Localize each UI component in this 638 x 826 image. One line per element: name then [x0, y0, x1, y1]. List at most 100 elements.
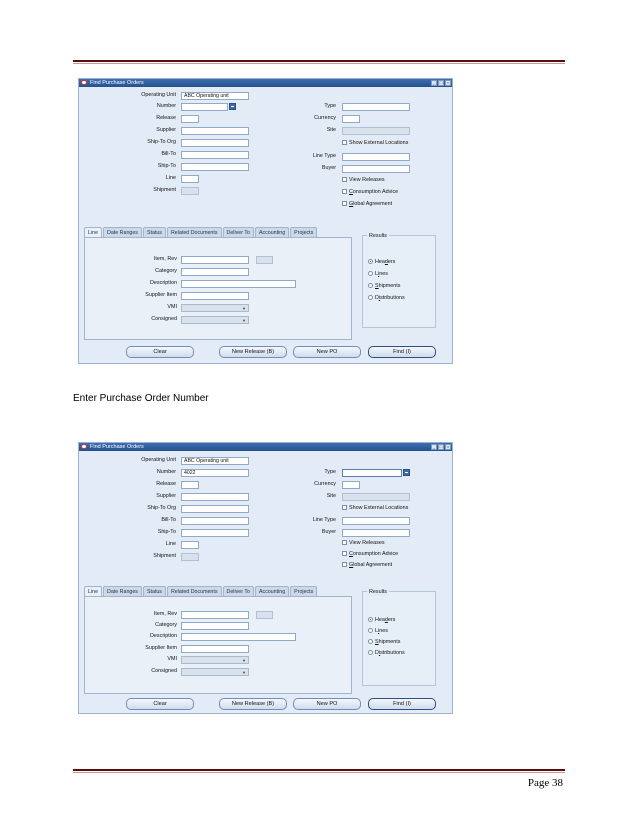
- checkbox-icon[interactable]: [342, 189, 347, 195]
- rev-field[interactable]: [256, 611, 273, 619]
- bill-to-field[interactable]: [181, 151, 249, 159]
- site-field[interactable]: [342, 493, 410, 501]
- consigned-select[interactable]: ▼: [181, 316, 249, 324]
- release-field[interactable]: [181, 481, 199, 489]
- minimize-icon[interactable]: _: [431, 444, 437, 450]
- currency-field[interactable]: [342, 481, 360, 489]
- tab-related-documents[interactable]: Related Documents: [166, 227, 222, 237]
- tab-related-documents[interactable]: Related Documents: [166, 586, 222, 596]
- radio-shipments[interactable]: Shipments: [368, 282, 400, 290]
- number-field[interactable]: [181, 103, 228, 111]
- minimize-icon[interactable]: _: [431, 80, 437, 86]
- new-release-button[interactable]: New Release (B): [219, 698, 287, 710]
- radio-icon[interactable]: [368, 628, 373, 634]
- consumption-advice-checkbox[interactable]: Consumption Advice: [342, 188, 398, 196]
- vmi-select[interactable]: ▼: [181, 304, 249, 312]
- checkbox-icon[interactable]: [342, 140, 347, 146]
- type-field[interactable]: [342, 103, 410, 111]
- supplier-item-field[interactable]: [181, 645, 249, 653]
- buyer-field[interactable]: [342, 165, 410, 173]
- release-field[interactable]: [181, 115, 199, 123]
- rev-field[interactable]: [256, 256, 273, 264]
- shipment-field[interactable]: [181, 187, 199, 195]
- new-release-button[interactable]: New Release (B): [219, 346, 287, 358]
- item-field[interactable]: [181, 256, 249, 264]
- ship-to-org-field[interactable]: [181, 139, 249, 147]
- tab-date-ranges[interactable]: Date Ranges: [103, 586, 142, 596]
- currency-field[interactable]: [342, 115, 360, 123]
- description-field[interactable]: [181, 633, 296, 641]
- tab-date-ranges[interactable]: Date Ranges: [103, 227, 142, 237]
- find-button[interactable]: Find (I): [368, 698, 436, 710]
- supplier-field[interactable]: [181, 127, 249, 135]
- radio-lines[interactable]: Lines: [368, 270, 388, 278]
- radio-icon[interactable]: [368, 271, 373, 277]
- operating-unit-field[interactable]: ABC Operating unit: [181, 457, 249, 465]
- close-icon[interactable]: ×: [445, 80, 451, 86]
- consigned-select[interactable]: ▼: [181, 668, 249, 676]
- checkbox-icon[interactable]: [342, 562, 347, 568]
- vmi-select[interactable]: ▼: [181, 656, 249, 664]
- line-type-field[interactable]: [342, 517, 410, 525]
- clear-button[interactable]: Clear: [126, 346, 194, 358]
- line-field[interactable]: [181, 541, 199, 549]
- radio-icon[interactable]: [368, 650, 373, 656]
- global-agreement-checkbox[interactable]: Global Agreement: [342, 561, 392, 569]
- show-external-locations-checkbox[interactable]: Show External Locations: [342, 139, 408, 147]
- radio-shipments[interactable]: Shipments: [368, 638, 400, 646]
- checkbox-icon[interactable]: [342, 201, 347, 207]
- category-field[interactable]: [181, 622, 249, 630]
- find-button[interactable]: Find (I): [368, 346, 436, 358]
- tab-accounting[interactable]: Accounting: [254, 227, 290, 237]
- checkbox-icon[interactable]: [342, 540, 347, 546]
- new-po-button[interactable]: New PO: [293, 698, 361, 710]
- global-agreement-checkbox[interactable]: Global Agreement: [342, 200, 392, 208]
- radio-icon[interactable]: [368, 617, 373, 623]
- close-icon[interactable]: ×: [445, 444, 451, 450]
- tab-accounting[interactable]: Accounting: [254, 586, 290, 596]
- number-field[interactable]: 4022: [181, 469, 249, 477]
- tab-line[interactable]: Line: [84, 586, 103, 596]
- radio-icon[interactable]: [368, 639, 373, 645]
- maximize-icon[interactable]: □: [438, 444, 444, 450]
- site-field[interactable]: [342, 127, 410, 135]
- bill-to-field[interactable]: [181, 517, 249, 525]
- checkbox-icon[interactable]: [342, 505, 347, 511]
- radio-distributions[interactable]: Distributions: [368, 649, 405, 657]
- shipment-field[interactable]: [181, 553, 199, 561]
- tab-status[interactable]: Status: [142, 586, 166, 596]
- consumption-advice-checkbox[interactable]: Consumption Advice: [342, 550, 398, 558]
- radio-headers[interactable]: Headers: [368, 616, 395, 624]
- radio-distributions[interactable]: Distributions: [368, 294, 405, 302]
- tab-deliver-to[interactable]: Deliver To: [222, 586, 254, 596]
- supplier-item-field[interactable]: [181, 292, 249, 300]
- radio-icon[interactable]: [368, 283, 373, 289]
- maximize-icon[interactable]: □: [438, 80, 444, 86]
- buyer-field[interactable]: [342, 529, 410, 537]
- tab-projects[interactable]: Projects: [290, 227, 318, 237]
- line-type-field[interactable]: [342, 153, 410, 161]
- lov-icon[interactable]: [403, 469, 410, 476]
- ship-to-field[interactable]: [181, 163, 249, 171]
- ship-to-org-field[interactable]: [181, 505, 249, 513]
- radio-lines[interactable]: Lines: [368, 627, 388, 635]
- clear-button[interactable]: Clear: [126, 698, 194, 710]
- checkbox-icon[interactable]: [342, 551, 347, 557]
- radio-icon[interactable]: [368, 295, 373, 301]
- show-external-locations-checkbox[interactable]: Show External Locations: [342, 504, 408, 512]
- tab-line[interactable]: Line: [84, 227, 103, 237]
- lov-icon[interactable]: [229, 103, 236, 110]
- tab-deliver-to[interactable]: Deliver To: [222, 227, 254, 237]
- operating-unit-field[interactable]: ABC Operating unit: [181, 92, 249, 100]
- supplier-field[interactable]: [181, 493, 249, 501]
- line-field[interactable]: [181, 175, 199, 183]
- view-releases-checkbox[interactable]: View Releases: [342, 539, 385, 547]
- view-releases-checkbox[interactable]: View Releases: [342, 176, 385, 184]
- radio-icon[interactable]: [368, 259, 373, 265]
- description-field[interactable]: [181, 280, 296, 288]
- tab-projects[interactable]: Projects: [290, 586, 318, 596]
- new-po-button[interactable]: New PO: [293, 346, 361, 358]
- radio-headers[interactable]: Headers: [368, 258, 395, 266]
- category-field[interactable]: [181, 268, 249, 276]
- type-field[interactable]: [342, 469, 402, 477]
